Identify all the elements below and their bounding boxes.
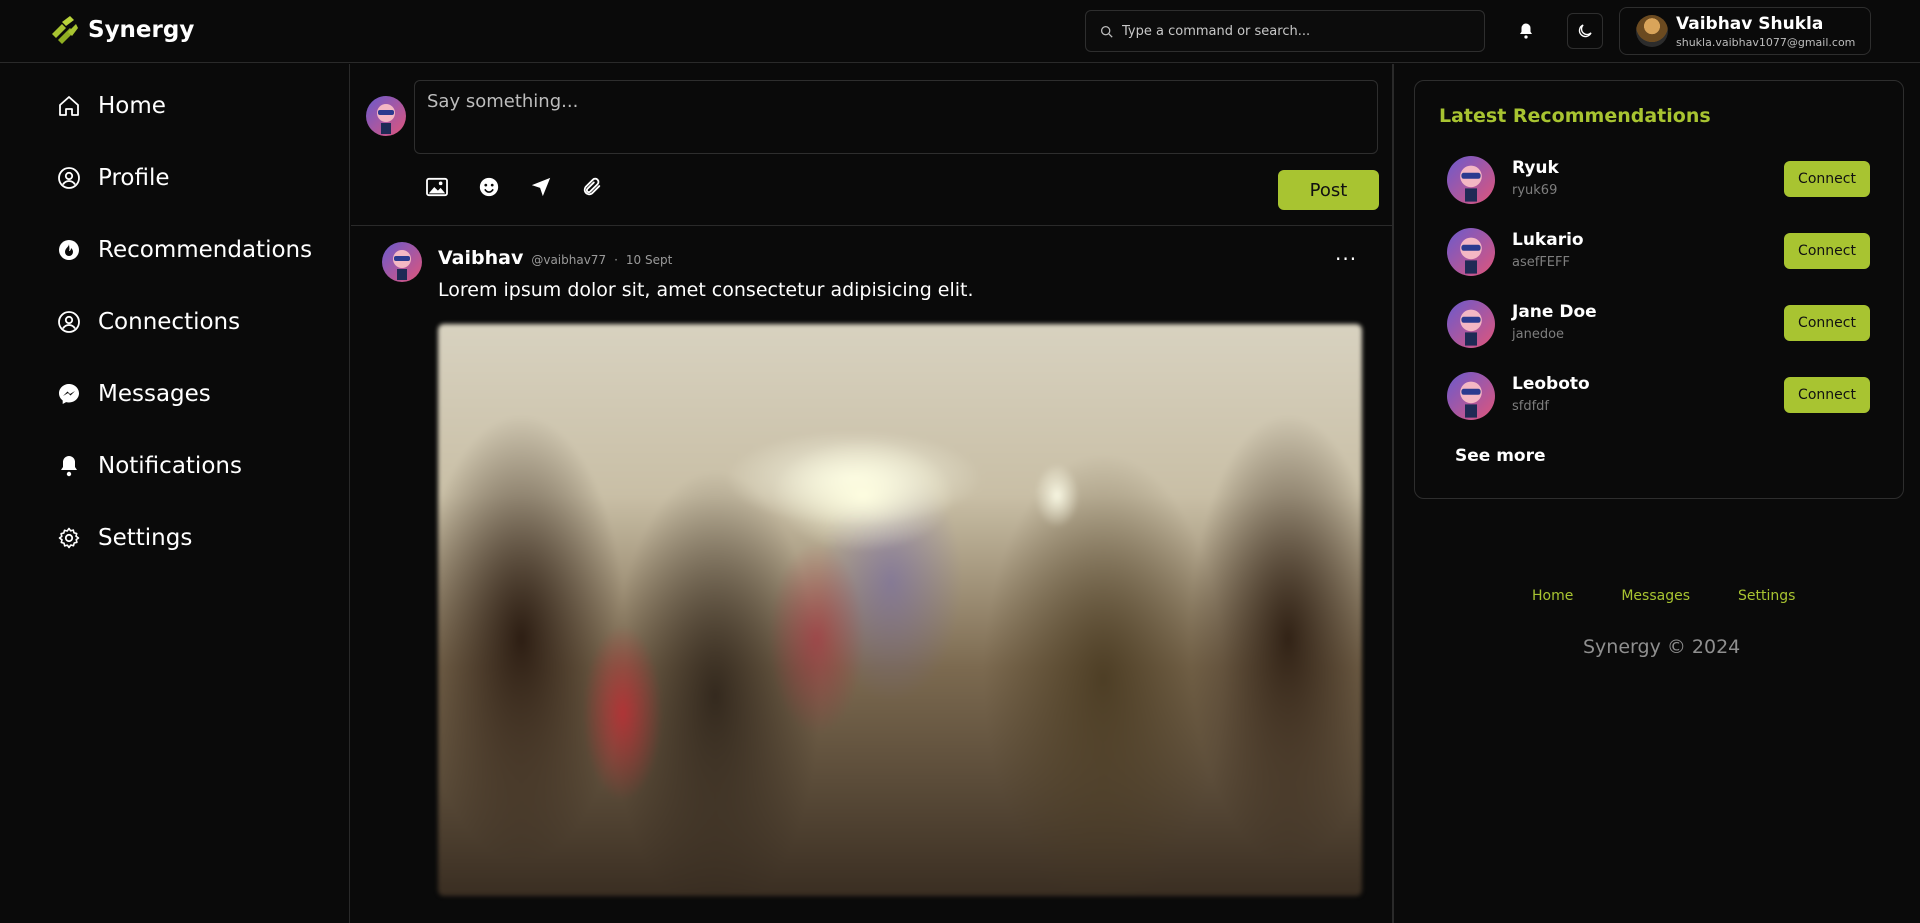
add-emoji-button[interactable] xyxy=(474,172,504,202)
connect-button[interactable]: Connect xyxy=(1784,161,1870,197)
search-input[interactable] xyxy=(1122,23,1462,39)
recommendation-name[interactable]: Jane Doe xyxy=(1512,302,1597,322)
user-menu[interactable]: Vaibhav Shukla shukla.vaibhav1077@gmail.… xyxy=(1619,7,1871,55)
brand[interactable]: Synergy xyxy=(48,14,194,46)
sidebar-item-connections[interactable]: Connections xyxy=(56,309,240,335)
user-circle-icon xyxy=(56,165,82,191)
avatar xyxy=(366,96,406,136)
sidebar-item-profile[interactable]: Profile xyxy=(56,165,170,191)
post-date: 10 Sept xyxy=(625,253,673,267)
command-search[interactable] xyxy=(1085,10,1485,52)
sidebar-item-label: Notifications xyxy=(98,453,242,479)
user-name: Vaibhav Shukla xyxy=(1676,13,1824,34)
messenger-icon xyxy=(56,381,82,407)
avatar[interactable] xyxy=(382,242,422,282)
post-button[interactable]: Post xyxy=(1278,170,1379,210)
footer-link-home[interactable]: Home xyxy=(1532,588,1573,604)
fire-icon xyxy=(56,237,82,263)
image-icon xyxy=(426,177,448,197)
connect-button[interactable]: Connect xyxy=(1784,305,1870,341)
footer-link-settings[interactable]: Settings xyxy=(1738,588,1795,604)
recommendation-handle: janedoe xyxy=(1512,327,1565,342)
location-icon xyxy=(531,177,551,197)
recommendation-handle: asefFEFF xyxy=(1512,255,1570,270)
emoji-icon xyxy=(479,177,499,197)
post-author[interactable]: Vaibhav xyxy=(438,247,523,269)
user-email: shukla.vaibhav1077@gmail.com xyxy=(1676,35,1856,49)
theme-toggle-button[interactable] xyxy=(1567,13,1603,49)
connect-button[interactable]: Connect xyxy=(1784,377,1870,413)
home-icon xyxy=(56,93,82,119)
post-options-button[interactable]: ··· xyxy=(1335,247,1357,271)
recommendation-item: Leoboto sfdfdf Connect xyxy=(1447,372,1887,422)
recommendation-handle: ryuk69 xyxy=(1512,183,1558,198)
add-attachment-button[interactable] xyxy=(577,172,607,202)
recommendations-title: Latest Recommendations xyxy=(1439,105,1711,127)
avatar[interactable] xyxy=(1447,372,1495,420)
footer-link-messages[interactable]: Messages xyxy=(1621,588,1690,604)
recommendation-item: Jane Doe janedoe Connect xyxy=(1447,300,1887,350)
see-more-link[interactable]: See more xyxy=(1455,446,1546,466)
connect-button[interactable]: Connect xyxy=(1784,233,1870,269)
post-image[interactable] xyxy=(438,324,1362,896)
sidebar-item-notifications[interactable]: Notifications xyxy=(56,453,242,479)
post-header: Vaibhav @vaibhav77 · 10 Sept xyxy=(438,247,672,269)
recommendation-name[interactable]: Lukario xyxy=(1512,230,1584,250)
add-location-button[interactable] xyxy=(526,172,556,202)
footer-copyright: Synergy © 2024 xyxy=(1583,636,1741,658)
post-text-input[interactable] xyxy=(414,80,1378,154)
recommendation-handle: sfdfdf xyxy=(1512,399,1550,414)
avatar[interactable] xyxy=(1447,228,1495,276)
avatar[interactable] xyxy=(1447,300,1495,348)
user-avatar xyxy=(1636,15,1668,47)
sidebar-item-label: Profile xyxy=(98,165,170,191)
brand-name: Synergy xyxy=(88,17,195,43)
user-circle-icon xyxy=(56,309,82,335)
attachment-icon xyxy=(583,177,601,196)
post-text: Lorem ipsum dolor sit, amet consectetur … xyxy=(438,279,974,301)
feed-post: Vaibhav @vaibhav77 · 10 Sept ··· Lorem i… xyxy=(351,227,1394,923)
sidebar-item-label: Recommendations xyxy=(98,237,313,263)
synergy-logo-icon xyxy=(52,16,78,44)
top-header: Synergy Vaibhav Shukla shukla.vaibhav107… xyxy=(0,0,1920,63)
sidebar-item-messages[interactable]: Messages xyxy=(56,381,211,407)
sidebar-item-label: Connections xyxy=(98,309,241,335)
recommendation-item: Ryuk ryuk69 Connect xyxy=(1447,156,1887,206)
sidebar-nav: Home Profile Recommendations Connections… xyxy=(0,64,350,923)
bell-icon xyxy=(1520,23,1532,39)
recommendation-name[interactable]: Ryuk xyxy=(1512,158,1559,178)
sidebar-item-label: Settings xyxy=(98,525,193,551)
post-composer: Post xyxy=(351,64,1394,226)
search-icon xyxy=(1100,25,1113,38)
gear-icon xyxy=(56,525,82,551)
sidebar-item-label: Messages xyxy=(98,381,211,407)
bell-icon xyxy=(56,453,82,479)
avatar[interactable] xyxy=(1447,156,1495,204)
feed: Post Vaibhav @vaibhav77 · 10 Sept ··· Lo… xyxy=(351,64,1394,923)
sidebar-item-settings[interactable]: Settings xyxy=(56,525,192,551)
footer-links: Home Messages Settings xyxy=(1532,588,1795,604)
add-image-button[interactable] xyxy=(422,172,452,202)
post-handle[interactable]: @vaibhav77 xyxy=(531,253,606,267)
sidebar-item-recommendations[interactable]: Recommendations xyxy=(56,237,312,263)
recommendations-panel: Latest Recommendations Ryuk ryuk69 Conne… xyxy=(1414,80,1904,499)
recommendation-name[interactable]: Leoboto xyxy=(1512,374,1590,394)
post-separator: · xyxy=(614,253,618,267)
moon-icon xyxy=(1578,24,1592,38)
sidebar-item-label: Home xyxy=(98,93,166,119)
recommendation-item: Lukario asefFEFF Connect xyxy=(1447,228,1887,278)
sidebar-item-home[interactable]: Home xyxy=(56,93,166,119)
notifications-button[interactable] xyxy=(1508,13,1544,49)
